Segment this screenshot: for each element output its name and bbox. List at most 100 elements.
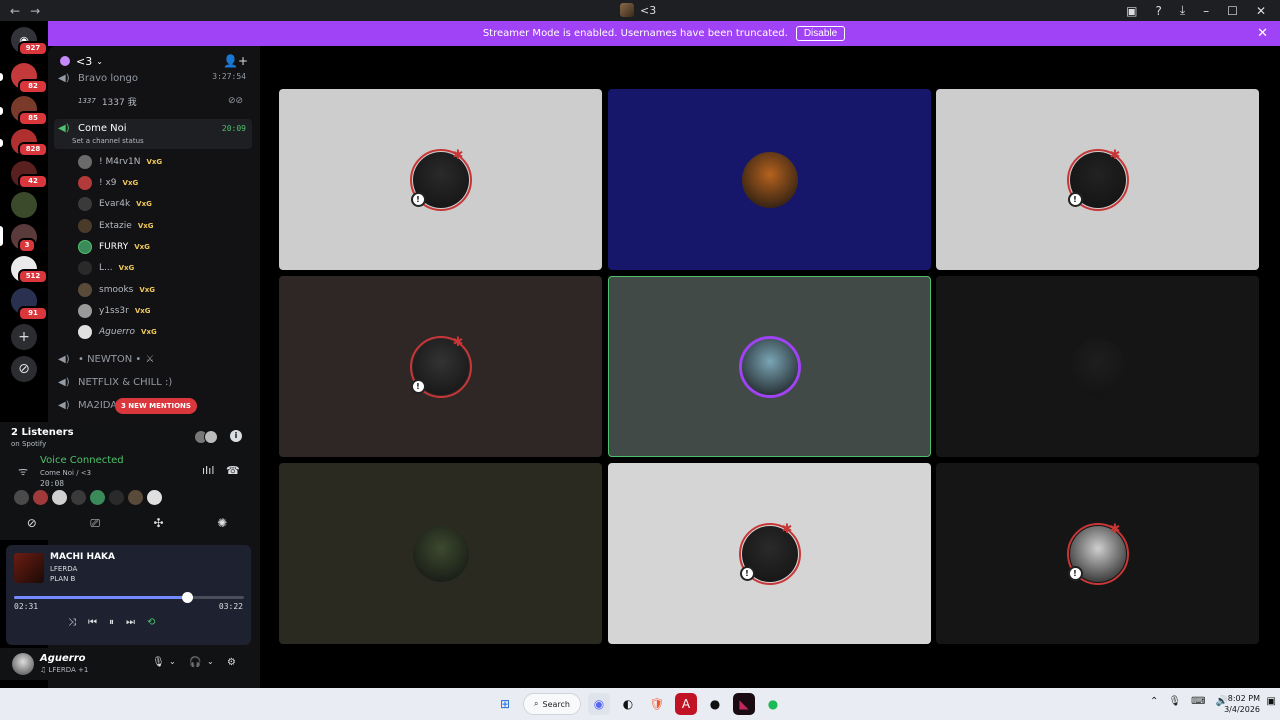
speaker-icon: ◀) [58,123,70,134]
notification-icon[interactable]: ▣ [1267,696,1276,707]
channel-status[interactable]: Set a channel status [72,137,144,145]
server-icon[interactable] [11,192,37,218]
audio-options-chevron-icon[interactable]: ⌄ [207,657,214,666]
voice-member[interactable]: Aguerro VxG [78,322,157,342]
settings-gear-icon[interactable]: ⚙ [227,657,236,668]
shuffle-icon[interactable]: ⤨ [68,617,76,628]
activities-icon[interactable]: ✣ [154,516,164,531]
participant-tile[interactable] [279,463,602,644]
participant-tile[interactable] [608,276,931,457]
server-badge: 927 [18,41,48,56]
user-name[interactable]: Aguerro [40,653,86,664]
avatar[interactable] [71,490,86,505]
voice-channel-come-noi[interactable]: ◀) Come Noi 20:09 Set a channel status [54,119,252,149]
participant-tile[interactable] [608,89,931,270]
anger-mark-icon: ✱ [452,334,464,350]
voice-member[interactable]: L... VxG [78,258,134,278]
voice-user[interactable]: 1337 1337 我 ⊘⊘ [78,91,243,111]
voice-channel-path[interactable]: Come Noi / <3 [40,469,91,477]
voice-member[interactable]: Evar4k VxG [78,194,152,214]
connection-signal-icon[interactable]: ᯤ [18,464,28,479]
anger-mark-icon: ✱ [1109,147,1121,163]
spotify-icon[interactable]: ● [762,693,784,715]
close-window-button[interactable]: ✕ [1256,4,1266,18]
voice-member[interactable]: smooks VxG [78,280,155,300]
headphones-icon[interactable]: 🎧 [189,657,201,668]
voice-status[interactable]: Voice Connected [40,455,124,466]
network-icon[interactable]: ⌨ [1191,696,1205,707]
avatar[interactable] [52,490,67,505]
camera-off-icon[interactable]: ⊘ [27,516,37,531]
participant-tile[interactable]: ✱! [279,276,602,457]
screen-share-icon[interactable]: ⎚ [90,516,100,531]
participant-tile[interactable]: ✱! [279,89,602,270]
progress-handle[interactable] [181,592,193,603]
track-album[interactable]: PLAN B [50,575,75,583]
inbox-icon[interactable]: ▣ [1126,4,1137,18]
avatar[interactable] [109,490,124,505]
voice-member[interactable]: y1ss3r VxG [78,301,151,321]
listener-avatars[interactable] [194,430,218,444]
track-artist[interactable]: LFERDA [50,565,77,573]
avatar[interactable] [33,490,48,505]
add-server-icon[interactable]: + [11,324,37,350]
avatar[interactable] [14,490,29,505]
member-name: Aguerro [99,327,136,337]
help-icon[interactable]: ? [1155,4,1161,18]
discover-compass-icon[interactable]: ⊘ [11,356,37,382]
channel-timer: 3:27:54 [212,72,246,81]
taskbar-search[interactable]: ⌕ Search [523,693,581,715]
back-arrow-icon[interactable]: ← [10,4,20,18]
voice-member[interactable]: ! M4rv1N VxG [78,152,162,172]
windows-start-icon[interactable]: ⊞ [494,693,516,715]
soundboard-icon[interactable]: ✺ [217,516,227,531]
taskbar-clock[interactable]: 8:02 PM 3/4/2026 [1224,693,1260,715]
status-badge-icon: ! [1067,565,1083,581]
voice-member[interactable]: ! x9 VxG [78,173,138,193]
voice-channel-netflix[interactable]: ◀) NETFLIX & CHILL :) [54,371,252,393]
voice-member[interactable]: FURRY VxG [78,237,150,257]
track-title[interactable]: MACHI HAKA [50,552,115,562]
download-icon[interactable]: ⤓ [1180,3,1185,18]
avatar[interactable] [90,490,105,505]
album-cover[interactable] [14,553,44,583]
microphone-tray-icon[interactable]: 🎙 [1168,696,1181,707]
voice-channel-bravo-longo[interactable]: ◀) Bravo longo 3:27:54 [54,70,252,86]
participant-tile[interactable] [936,276,1259,457]
close-banner-icon[interactable]: ✕ [1257,26,1268,41]
app-icon[interactable]: ◐ [617,693,639,715]
new-mentions-pill[interactable]: 3 NEW MENTIONS [115,398,197,414]
progress-bar[interactable] [14,592,244,603]
user-avatar[interactable] [12,653,34,675]
member-name: Extazie [99,221,132,231]
microphone-icon[interactable]: 🎙 [152,657,165,668]
mic-options-chevron-icon[interactable]: ⌄ [169,657,176,666]
voice-member[interactable]: Extazie VxG [78,216,154,236]
avatar[interactable] [147,490,162,505]
voice-channel-newton[interactable]: ◀) • NEWTON • ⚔ [54,348,252,370]
invite-people-icon[interactable]: 👤+ [223,54,248,68]
repeat-icon[interactable]: ⟲ [147,617,155,628]
avatar[interactable] [128,490,143,505]
pause-icon[interactable]: ⏸ [109,617,114,628]
member-name: ! x9 [99,178,117,188]
previous-track-icon[interactable]: ⏮ [88,617,97,628]
disconnect-icon[interactable]: ☎ [226,464,240,477]
participant-tile[interactable]: ✱! [608,463,931,644]
brave-browser-icon[interactable]: 🛡 [646,693,668,715]
discord-app-icon[interactable]: ◉ [587,693,610,715]
minimize-button[interactable]: – [1203,4,1209,18]
noise-suppression-icon[interactable]: ıIıl [202,464,214,477]
app-icon[interactable]: ◣ [732,693,755,715]
forward-arrow-icon[interactable]: → [30,4,40,18]
participant-tile[interactable]: ✱! [936,89,1259,270]
next-track-icon[interactable]: ⏭ [126,617,135,628]
app-icon[interactable]: A [674,693,697,715]
muted-deafened-icon: ⊘⊘ [228,96,244,106]
maximize-button[interactable]: ☐ [1227,4,1238,18]
app-icon[interactable]: ● [704,693,726,715]
info-icon[interactable]: i [230,430,242,442]
chevron-up-icon[interactable]: ⌃ [1150,696,1158,707]
participant-tile[interactable]: ✱! [936,463,1259,644]
disable-streamer-mode-button[interactable]: Disable [795,26,846,41]
